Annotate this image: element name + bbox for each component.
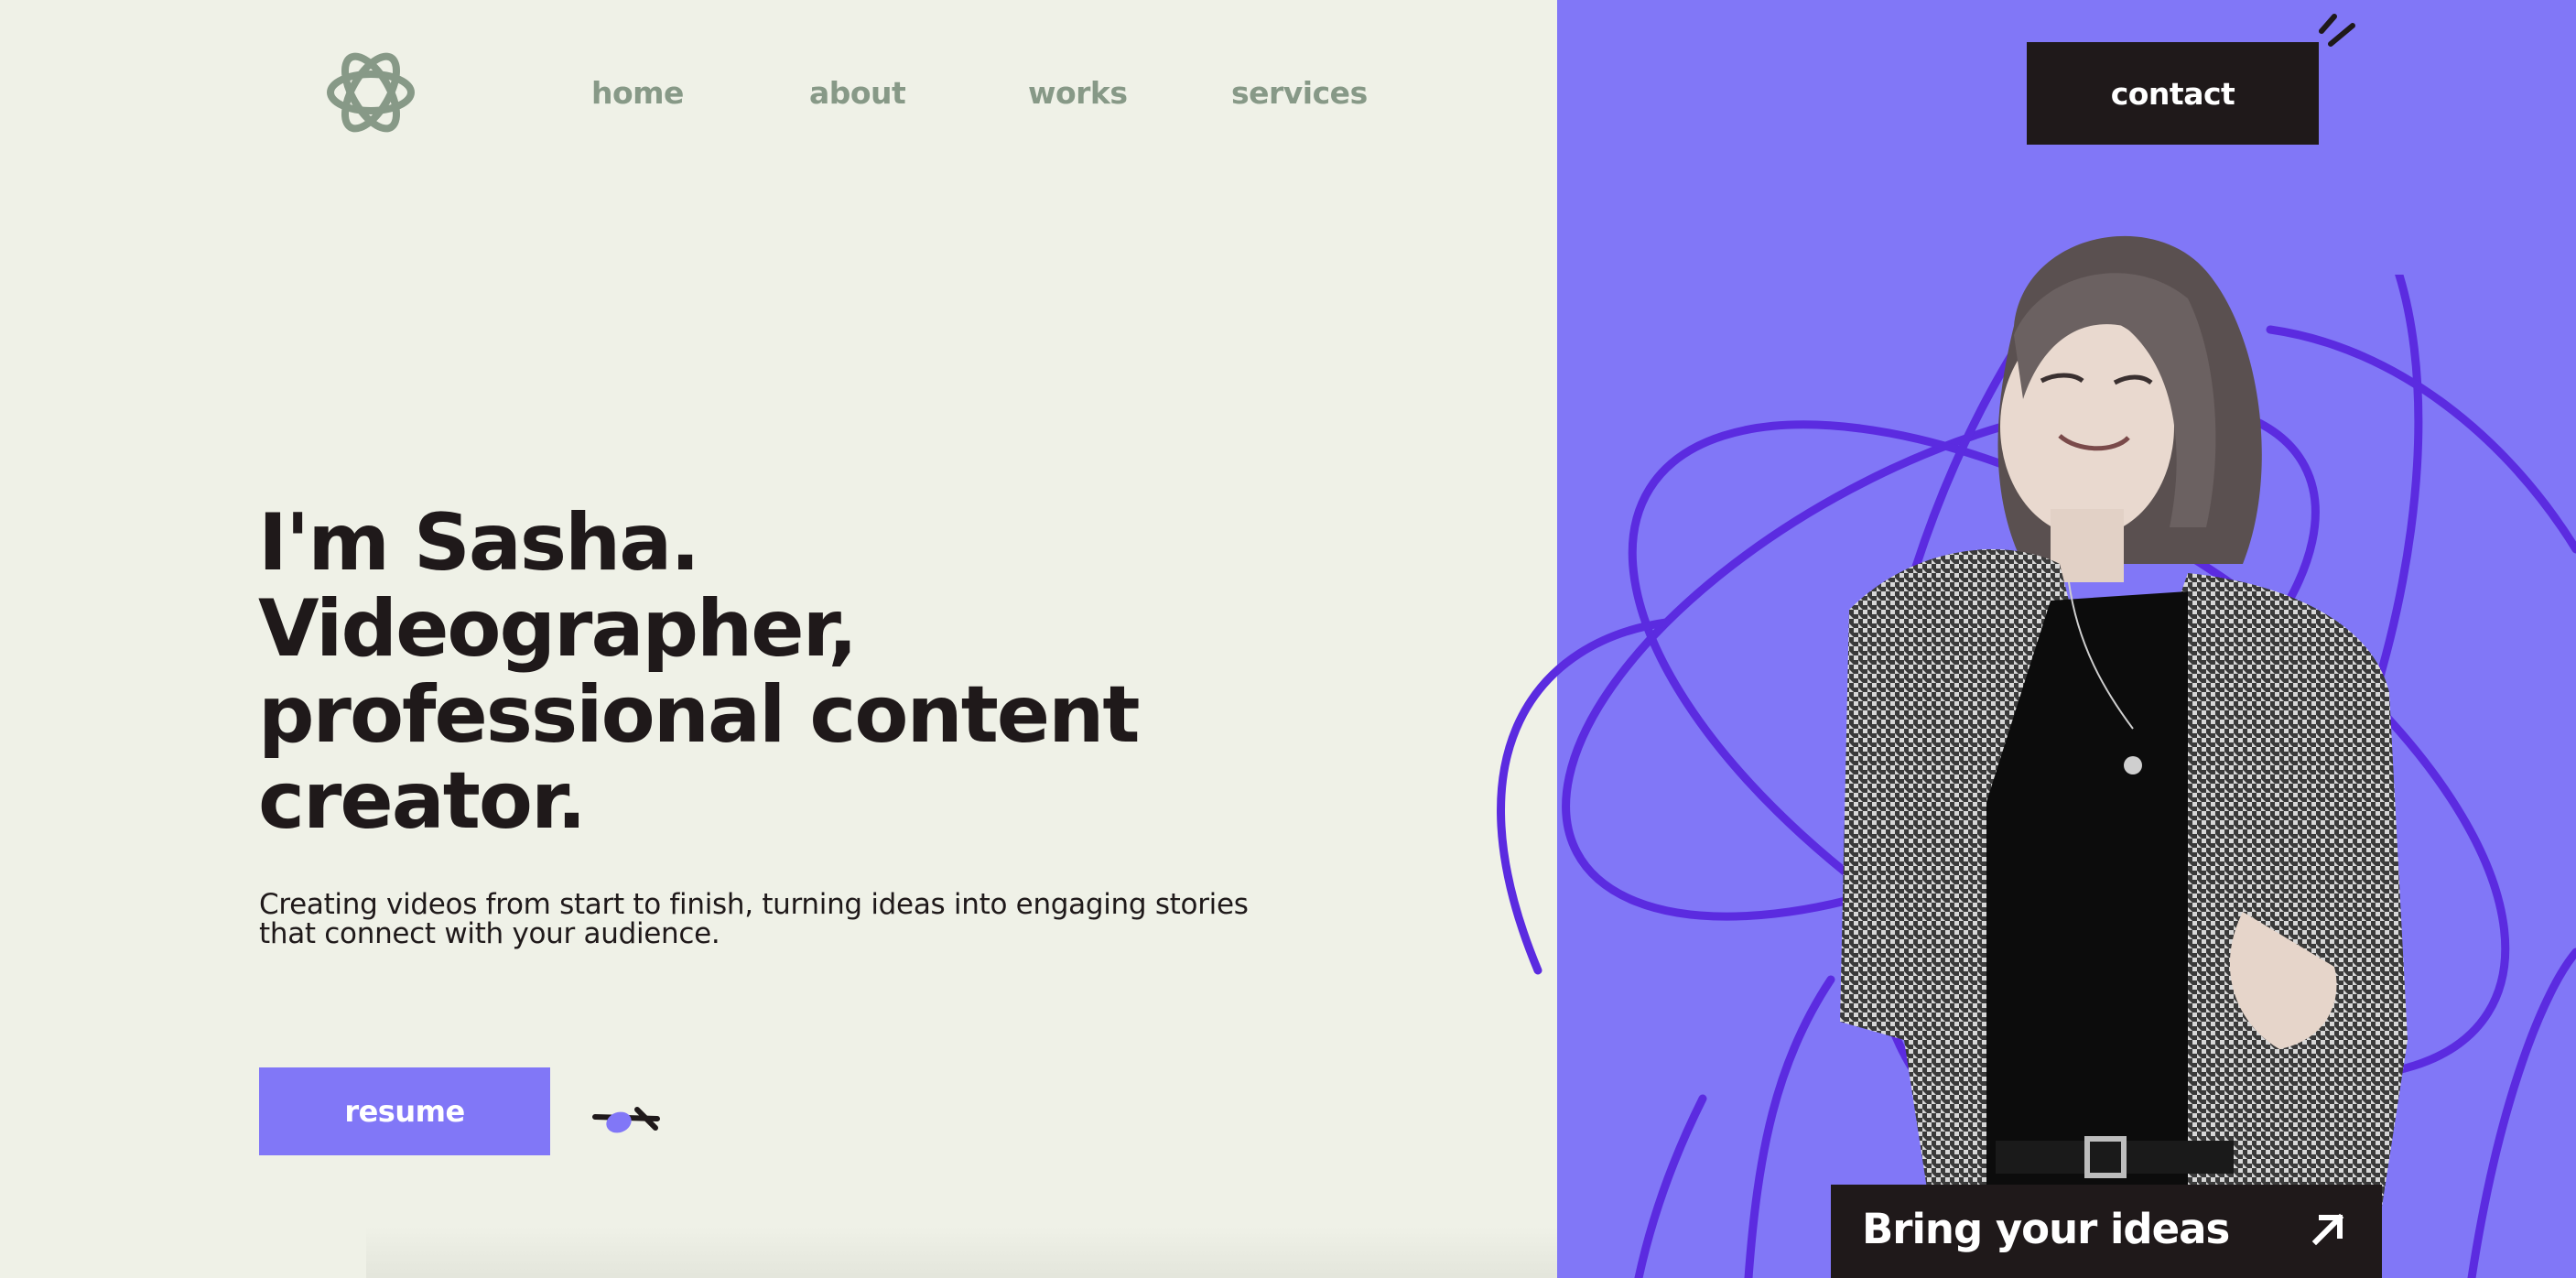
hero-headline: I'm Sasha. Videographer, professional co… [258, 500, 1448, 844]
nav-link-about[interactable]: about [809, 71, 906, 115]
resume-button-label: resume [344, 1094, 465, 1129]
contact-button[interactable]: contact [2027, 42, 2319, 145]
resume-button[interactable]: resume [259, 1067, 550, 1155]
contact-button-label: contact [2110, 75, 2235, 112]
squiggle-decoration-icon [592, 1107, 660, 1133]
knot-logo-icon[interactable] [322, 44, 419, 141]
bring-your-ideas-button[interactable]: Bring your ideas [1831, 1185, 2382, 1278]
subtitle-line: that connect with your audience. [259, 917, 720, 950]
headline-line: I'm Sasha. [258, 497, 700, 589]
cta-label: Bring your ideas [1862, 1205, 2230, 1253]
nav-link-works[interactable]: works [1028, 71, 1128, 115]
headline-line: creator. [258, 755, 587, 847]
floor-shadow [366, 1227, 1557, 1278]
portrait-image [1840, 235, 2408, 1278]
arrow-up-right-icon [2311, 1213, 2344, 1246]
subtitle-line: Creating videos from start to finish, tu… [259, 888, 1249, 921]
nav-link-home[interactable]: home [591, 71, 684, 115]
headline-line: Videographer, [258, 583, 858, 675]
spark-lines-icon [2319, 14, 2355, 47]
hero-subtitle: Creating videos from start to finish, tu… [259, 890, 1358, 948]
headline-line: professional content [258, 669, 1140, 761]
nav-link-services[interactable]: services [1231, 71, 1368, 115]
